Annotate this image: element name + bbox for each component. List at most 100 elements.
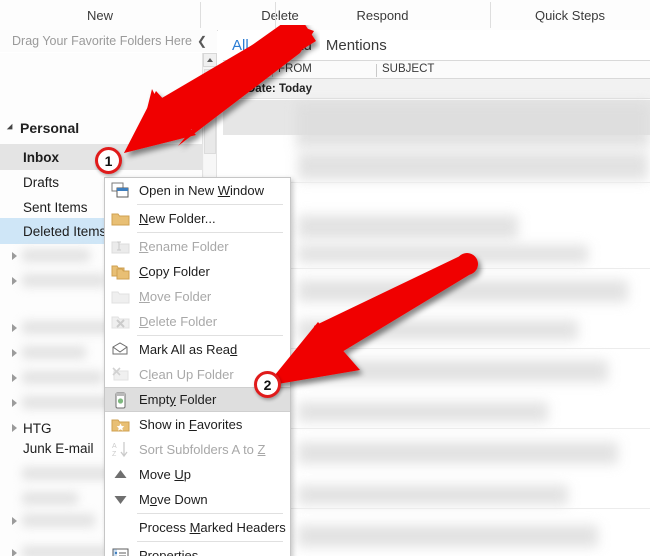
menu-item-mark-all-as-read[interactable]: Mark All as Read bbox=[105, 337, 290, 362]
ribbon-group-respond[interactable]: Respond bbox=[275, 0, 490, 30]
nav-item-label: Junk E-mail bbox=[23, 440, 94, 456]
menu-item-label: Delete Folder bbox=[139, 314, 218, 329]
favorites-placeholder: Drag Your Favorite Folders Here bbox=[12, 34, 192, 48]
filter-tab-unread[interactable]: Unread bbox=[263, 37, 312, 54]
column-header-from[interactable]: FROM bbox=[278, 63, 312, 75]
group-header-date[interactable]: Date: Today bbox=[223, 79, 650, 99]
nav-item-label: Sent Items bbox=[23, 199, 88, 215]
menu-item-copy-folder[interactable]: Copy Folder bbox=[105, 259, 290, 284]
expand-triangle-icon[interactable] bbox=[12, 399, 17, 407]
menu-separator bbox=[137, 541, 283, 542]
account-name: Personal bbox=[20, 120, 80, 136]
expand-triangle-icon[interactable] bbox=[12, 277, 17, 285]
menu-separator bbox=[137, 335, 283, 336]
menu-item-properties[interactable]: Properties... bbox=[105, 543, 290, 556]
menu-item-label: Sort Subfolders A to Z bbox=[139, 442, 266, 457]
menu-item-label: Mark All as Read bbox=[139, 342, 238, 357]
menu-separator bbox=[137, 204, 283, 205]
menu-item-open-in-new-window[interactable]: Open in New Window bbox=[105, 178, 290, 203]
menu-item-move-folder: Move Folder bbox=[105, 284, 290, 309]
blurred-folder-name bbox=[22, 346, 86, 359]
menu-separator bbox=[137, 513, 283, 514]
menu-item-label: Open in New Window bbox=[139, 183, 265, 198]
menu-separator bbox=[137, 232, 283, 233]
expand-triangle-icon[interactable] bbox=[12, 324, 17, 332]
ribbon-group-quick-steps[interactable]: Quick Steps bbox=[490, 0, 650, 30]
ribbon-separator bbox=[200, 2, 201, 28]
ribbon-group-new[interactable]: New bbox=[0, 0, 200, 30]
menu-item-label: Move Folder bbox=[139, 289, 212, 304]
message-content-blur bbox=[298, 215, 518, 239]
expand-triangle-icon[interactable] bbox=[12, 517, 17, 525]
group-header-label: Date: Today bbox=[247, 82, 312, 95]
move-up-icon bbox=[111, 465, 130, 484]
menu-item-label: Rename Folder bbox=[139, 239, 229, 254]
nav-item-label: Deleted Items bbox=[23, 223, 107, 239]
nav-scrollbar-thumb[interactable] bbox=[204, 69, 216, 154]
message-content-blur bbox=[298, 525, 598, 547]
menu-item-delete-folder: Delete Folder bbox=[105, 309, 290, 334]
expand-triangle-icon[interactable] bbox=[12, 374, 17, 382]
message-content-blur bbox=[298, 280, 628, 302]
message-content-blur bbox=[298, 245, 588, 263]
expand-triangle-icon[interactable] bbox=[12, 424, 17, 432]
show-favorites-icon bbox=[111, 415, 130, 434]
clean-up-folder-icon bbox=[111, 365, 130, 384]
menu-item-process-marked-headers[interactable]: Process Marked Headers bbox=[105, 515, 290, 540]
chevron-left-icon[interactable]: ❮ bbox=[197, 33, 207, 49]
expand-triangle-icon[interactable] bbox=[12, 349, 17, 357]
delete-folder-icon bbox=[111, 312, 130, 331]
menu-item-rename-folder: Rename Folder bbox=[105, 234, 290, 259]
flag-icon[interactable]: □ bbox=[234, 63, 241, 77]
open-new-window-icon bbox=[111, 181, 130, 200]
copy-folder-icon bbox=[111, 262, 130, 281]
folder-context-menu: Open in New Window New Folder... Rename Fo… bbox=[104, 177, 291, 556]
account-header[interactable]: Personal bbox=[0, 116, 203, 140]
ribbon-separator bbox=[275, 2, 276, 28]
filter-tabs: All Unread Mentions bbox=[218, 30, 650, 60]
message-content-blur bbox=[298, 360, 608, 382]
menu-item-move-up[interactable]: Move Up bbox=[105, 462, 290, 487]
empty-folder-icon bbox=[111, 391, 130, 410]
menu-item-new-folder[interactable]: New Folder... bbox=[105, 206, 290, 231]
filter-tab-all[interactable]: All bbox=[232, 37, 249, 54]
expand-triangle-icon[interactable] bbox=[12, 252, 17, 260]
menu-item-label: Process Marked Headers bbox=[139, 520, 286, 535]
menu-item-show-in-favorites[interactable]: Show in Favorites bbox=[105, 412, 290, 437]
menu-item-move-down[interactable]: Move Down bbox=[105, 487, 290, 512]
mark-all-read-icon bbox=[111, 340, 130, 359]
favorites-bar[interactable]: Drag Your Favorite Folders Here ❮ bbox=[0, 30, 217, 52]
blurred-folder-name bbox=[22, 249, 90, 262]
menu-item-label: Empty Folder bbox=[139, 392, 217, 407]
menu-item-label: Clean Up Folder bbox=[139, 367, 234, 382]
message-content-blur bbox=[296, 102, 650, 148]
filter-tab-mentions[interactable]: Mentions bbox=[326, 37, 387, 54]
svg-text:A: A bbox=[112, 443, 117, 450]
callout-badge-1: 1 bbox=[95, 147, 122, 174]
message-content-blur bbox=[298, 442, 618, 464]
list-column-headers: □ 📎 FROM SUBJECT bbox=[223, 60, 650, 79]
expand-triangle-icon[interactable] bbox=[12, 549, 17, 556]
properties-icon bbox=[111, 546, 130, 556]
menu-item-label: Move Up bbox=[139, 467, 192, 482]
move-down-icon bbox=[111, 490, 130, 509]
menu-item-label: Show in Favorites bbox=[139, 417, 243, 432]
message-content-blur bbox=[298, 485, 568, 505]
nav-item-label: Drafts bbox=[23, 174, 60, 190]
menu-item-label: Move Down bbox=[139, 492, 208, 507]
blurred-folder-name bbox=[22, 514, 95, 527]
outlook-window: New Delete Respond Quick Steps Drag Your Fa… bbox=[0, 0, 650, 556]
callout-badge-2: 2 bbox=[254, 371, 281, 398]
move-folder-icon bbox=[111, 287, 130, 306]
ribbon-group-labels: New Delete Respond Quick Steps bbox=[0, 0, 650, 31]
group-collapse-caret-icon bbox=[232, 84, 242, 93]
paperclip-icon[interactable]: 📎 bbox=[254, 63, 269, 77]
menu-item-label: Properties... bbox=[139, 548, 210, 556]
scroll-up-arrow-icon[interactable] bbox=[203, 53, 217, 67]
menu-item-label: Copy Folder bbox=[139, 264, 210, 279]
menu-item-sort-subfolders-a-to-z: A Z Sort Subfolders A to Z bbox=[105, 437, 290, 462]
nav-item-label: HTG bbox=[23, 420, 52, 436]
sort-az-icon: AZ bbox=[111, 440, 130, 459]
svg-text:Z: Z bbox=[112, 451, 117, 458]
column-header-subject[interactable]: SUBJECT bbox=[382, 63, 434, 75]
